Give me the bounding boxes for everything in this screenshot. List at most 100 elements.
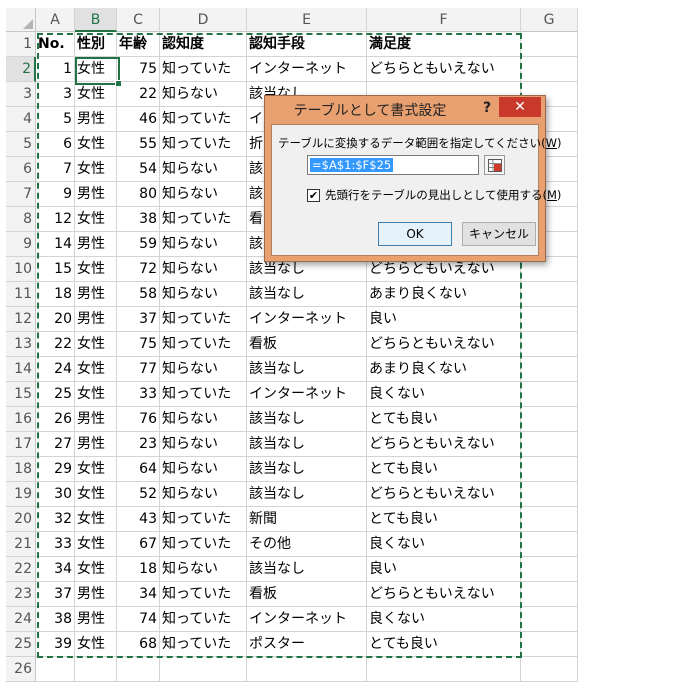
- row-header-4[interactable]: 4: [6, 107, 36, 132]
- cell-c8[interactable]: 38: [117, 207, 160, 232]
- cell-g17[interactable]: [521, 432, 578, 457]
- cell-d11[interactable]: 知らない: [160, 282, 247, 307]
- cell-a17[interactable]: 27: [36, 432, 75, 457]
- cell-e19[interactable]: 該当なし: [247, 482, 367, 507]
- cell-b25[interactable]: 女性: [75, 632, 117, 657]
- row-header-23[interactable]: 23: [6, 582, 36, 607]
- column-header-e[interactable]: E: [247, 8, 367, 32]
- cell-d18[interactable]: 知らない: [160, 457, 247, 482]
- cell-f17[interactable]: どちらともいえない: [367, 432, 521, 457]
- cell-c4[interactable]: 46: [117, 107, 160, 132]
- cell-g25[interactable]: [521, 632, 578, 657]
- cell-b15[interactable]: 女性: [75, 382, 117, 407]
- dialog-titlebar[interactable]: テーブルとして書式設定 ? ✕: [265, 96, 545, 122]
- cell-a18[interactable]: 29: [36, 457, 75, 482]
- cell-b1[interactable]: 性別: [75, 32, 117, 57]
- cell-a25[interactable]: 39: [36, 632, 75, 657]
- cell-d3[interactable]: 知らない: [160, 82, 247, 107]
- cell-e11[interactable]: 該当なし: [247, 282, 367, 307]
- cell-c6[interactable]: 54: [117, 157, 160, 182]
- row-header-24[interactable]: 24: [6, 607, 36, 632]
- cell-d8[interactable]: 知っていた: [160, 207, 247, 232]
- cell-b17[interactable]: 男性: [75, 432, 117, 457]
- cell-c11[interactable]: 58: [117, 282, 160, 307]
- cell-b20[interactable]: 女性: [75, 507, 117, 532]
- cell-b16[interactable]: 男性: [75, 407, 117, 432]
- cell-d13[interactable]: 知っていた: [160, 332, 247, 357]
- cell-c22[interactable]: 18: [117, 557, 160, 582]
- cell-g16[interactable]: [521, 407, 578, 432]
- cell-d1[interactable]: 認知度: [160, 32, 247, 57]
- cell-e21[interactable]: その他: [247, 532, 367, 557]
- cell-b6[interactable]: 女性: [75, 157, 117, 182]
- cancel-button[interactable]: キャンセル: [462, 222, 536, 246]
- cell-e16[interactable]: 該当なし: [247, 407, 367, 432]
- header-row-checkbox[interactable]: ✔: [307, 189, 320, 202]
- cell-b18[interactable]: 女性: [75, 457, 117, 482]
- select-all-corner[interactable]: [6, 8, 36, 32]
- row-header-13[interactable]: 13: [6, 332, 36, 357]
- row-header-18[interactable]: 18: [6, 457, 36, 482]
- column-header-g[interactable]: G: [521, 8, 578, 32]
- cell-d9[interactable]: 知らない: [160, 232, 247, 257]
- cell-e24[interactable]: インターネット: [247, 607, 367, 632]
- range-input[interactable]: =$A$1:$F$25: [307, 155, 479, 175]
- cell-d24[interactable]: 知っていた: [160, 607, 247, 632]
- cell-a14[interactable]: 24: [36, 357, 75, 382]
- cell-b11[interactable]: 男性: [75, 282, 117, 307]
- cell-a20[interactable]: 32: [36, 507, 75, 532]
- cell-a2[interactable]: 1: [36, 57, 75, 82]
- cell-a5[interactable]: 6: [36, 132, 75, 157]
- cell-d19[interactable]: 知らない: [160, 482, 247, 507]
- help-button[interactable]: ?: [478, 98, 496, 118]
- cell-d7[interactable]: 知らない: [160, 182, 247, 207]
- column-header-a[interactable]: A: [36, 8, 75, 32]
- cell-b4[interactable]: 男性: [75, 107, 117, 132]
- cell-c9[interactable]: 59: [117, 232, 160, 257]
- cell-g23[interactable]: [521, 582, 578, 607]
- cell-c24[interactable]: 74: [117, 607, 160, 632]
- row-header-21[interactable]: 21: [6, 532, 36, 557]
- cell-d21[interactable]: 知っていた: [160, 532, 247, 557]
- cell-b2[interactable]: 女性: [75, 57, 117, 82]
- cell-a22[interactable]: 34: [36, 557, 75, 582]
- cell-d26[interactable]: [160, 657, 247, 682]
- cell-g13[interactable]: [521, 332, 578, 357]
- cell-a15[interactable]: 25: [36, 382, 75, 407]
- cell-a19[interactable]: 30: [36, 482, 75, 507]
- cell-d2[interactable]: 知っていた: [160, 57, 247, 82]
- cell-f12[interactable]: 良い: [367, 307, 521, 332]
- close-button[interactable]: ✕: [499, 97, 541, 117]
- cell-d5[interactable]: 知っていた: [160, 132, 247, 157]
- cell-g22[interactable]: [521, 557, 578, 582]
- cell-c1[interactable]: 年齢: [117, 32, 160, 57]
- cell-a9[interactable]: 14: [36, 232, 75, 257]
- cell-c26[interactable]: [117, 657, 160, 682]
- row-header-15[interactable]: 15: [6, 382, 36, 407]
- cell-a24[interactable]: 38: [36, 607, 75, 632]
- cell-a4[interactable]: 5: [36, 107, 75, 132]
- cell-a23[interactable]: 37: [36, 582, 75, 607]
- cell-f21[interactable]: 良くない: [367, 532, 521, 557]
- row-header-1[interactable]: 1: [6, 32, 36, 57]
- cell-f18[interactable]: とても良い: [367, 457, 521, 482]
- cell-g2[interactable]: [521, 57, 578, 82]
- cell-d20[interactable]: 知っていた: [160, 507, 247, 532]
- cell-e12[interactable]: インターネット: [247, 307, 367, 332]
- header-row-checkbox-label[interactable]: 先頭行をテーブルの見出しとして使用する(M): [325, 187, 561, 203]
- cell-e14[interactable]: 該当なし: [247, 357, 367, 382]
- row-header-11[interactable]: 11: [6, 282, 36, 307]
- cell-b8[interactable]: 女性: [75, 207, 117, 232]
- cell-b14[interactable]: 女性: [75, 357, 117, 382]
- row-header-3[interactable]: 3: [6, 82, 36, 107]
- cell-d22[interactable]: 知らない: [160, 557, 247, 582]
- cell-c15[interactable]: 33: [117, 382, 160, 407]
- cell-a10[interactable]: 15: [36, 257, 75, 282]
- cell-d23[interactable]: 知っていた: [160, 582, 247, 607]
- cell-b10[interactable]: 女性: [75, 257, 117, 282]
- cell-f2[interactable]: どちらともいえない: [367, 57, 521, 82]
- row-header-2[interactable]: 2: [6, 57, 36, 82]
- row-header-12[interactable]: 12: [6, 307, 36, 332]
- cell-b5[interactable]: 女性: [75, 132, 117, 157]
- cell-e2[interactable]: インターネット: [247, 57, 367, 82]
